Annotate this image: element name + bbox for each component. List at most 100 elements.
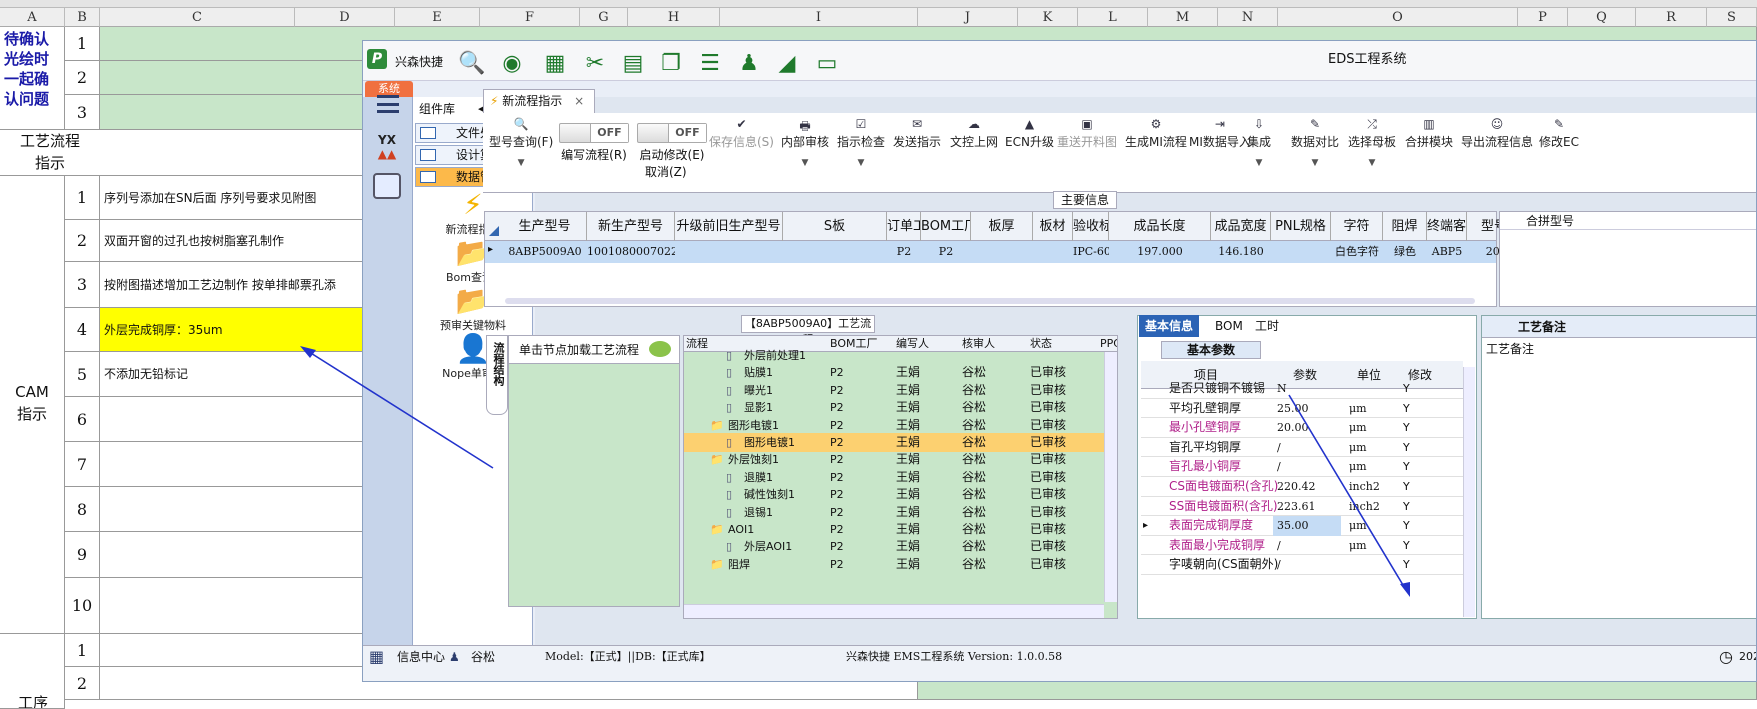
main-info-col-header[interactable]: 终端客户代码	[1427, 212, 1467, 241]
main-info-col-header[interactable]: 生产型号	[503, 212, 587, 241]
column-header[interactable]: K	[1018, 8, 1078, 27]
main-info-cell[interactable]: 10010800070221	[587, 241, 675, 263]
comment-icon[interactable]	[649, 341, 671, 357]
chart-icon[interactable]: ◢	[773, 49, 801, 77]
edit-flow-toggle[interactable]: OFF 编写流程(R)	[559, 123, 629, 163]
params-tab[interactable]: 基本信息	[1139, 315, 1200, 337]
param-row[interactable]: 盲孔最小铜厚 / μm Y	[1141, 457, 1463, 477]
column-header[interactable]: P	[1518, 8, 1568, 27]
param-value[interactable]: /	[1273, 536, 1341, 556]
main-info-col-header[interactable]: 订单工厂	[887, 212, 921, 241]
dropdown-arrow-icon[interactable]: ▼	[837, 158, 885, 168]
menu-icon[interactable]	[377, 95, 399, 113]
main-info-col-header[interactable]: 验收标准	[1073, 212, 1109, 241]
main-info-cell[interactable]: ABP5	[1427, 241, 1467, 263]
main-info-col-header[interactable]: BOM工厂	[921, 212, 971, 241]
column-header[interactable]: M	[1148, 8, 1218, 27]
flow-row[interactable]: ▯ 图形电镀1 P2 王娟 谷松 已审核	[684, 433, 1104, 452]
main-info-col-header[interactable]: 成品长度	[1109, 212, 1211, 241]
params-tab[interactable]: BOM	[1209, 315, 1249, 337]
target-icon[interactable]: ◉	[498, 49, 526, 77]
flow-row[interactable]: ▯ 退锡1 P2 王娟 谷松 已审核	[684, 503, 1104, 522]
column-header[interactable]: Q	[1568, 8, 1636, 27]
column-header[interactable]: F	[480, 8, 580, 27]
main-info-cell[interactable]	[971, 241, 1033, 263]
cam-label-cell[interactable]: CAM指示	[0, 176, 65, 634]
toggle-switch[interactable]: OFF	[637, 123, 707, 143]
main-info-col-header[interactable]: PNL规格	[1271, 212, 1331, 241]
gen-mi-button[interactable]: ⚙ 生成MI流程	[1125, 117, 1187, 150]
column-header[interactable]: S	[1707, 8, 1757, 27]
mi-import-button[interactable]: ⇥ MI数据导入	[1189, 117, 1251, 150]
bottom-label-cell[interactable]: 工序	[0, 634, 65, 709]
close-tab-icon[interactable]: ×	[574, 94, 584, 108]
save-info-button[interactable]: ✔ 保存信息(S)	[709, 117, 774, 150]
column-header[interactable]: H	[628, 8, 720, 27]
main-info-cell[interactable]: 146.180	[1211, 241, 1271, 263]
column-header[interactable]: G	[580, 8, 628, 27]
docs-icon[interactable]: ❐	[657, 49, 685, 77]
column-header[interactable]: L	[1078, 8, 1148, 27]
export-info-button[interactable]: ☺ 导出流程信息	[1461, 117, 1533, 150]
main-info-cell[interactable]: 8ABP5009A0	[503, 241, 587, 263]
toggle-switch[interactable]: OFF	[559, 123, 629, 143]
param-row[interactable]: 最小孔壁铜厚 20.00 μm Y	[1141, 418, 1463, 438]
top-note-cell[interactable]: 待确认光绘时一起确认问题	[0, 27, 65, 130]
flow-row[interactable]: ▯ 贴膜1 P2 王娟 谷松 已审核	[684, 363, 1104, 382]
instr-check-button[interactable]: ☑ 指示检查 ▼	[837, 117, 885, 168]
param-row[interactable]: 盲孔平均铜厚 / μm Y	[1141, 438, 1463, 458]
column-header[interactable]: A	[0, 8, 65, 27]
dropdown-arrow-icon[interactable]: ▼	[781, 158, 829, 168]
list-icon[interactable]: ☰	[696, 49, 724, 77]
film-icon[interactable]: ▤	[619, 49, 647, 77]
scissors-icon[interactable]: ✂	[581, 49, 609, 77]
grid-icon[interactable]: ▦	[541, 49, 569, 77]
main-info-col-header[interactable]: 板厚	[971, 212, 1033, 241]
column-header[interactable]: N	[1218, 8, 1278, 27]
params-tab[interactable]: 工时	[1249, 315, 1285, 337]
reopen-button[interactable]: ▣ 重送开料图	[1057, 117, 1117, 150]
flow-row[interactable]: 📁 阻焊 P2 王娟 谷松 已审核	[684, 555, 1104, 574]
send-instr-button[interactable]: ✉ 发送指示	[893, 117, 941, 150]
main-info-cell[interactable]	[783, 241, 887, 263]
main-info-row[interactable]: ▸ 8ABP5009A010010800070221 P2P2 IPC-6018 II…	[485, 241, 1542, 263]
doc-upload-button[interactable]: ☁ 文控上网	[950, 117, 998, 150]
dropdown-arrow-icon[interactable]: ▼	[1348, 158, 1396, 168]
main-info-col-header[interactable]: 成品宽度	[1211, 212, 1271, 241]
main-info-col-header[interactable]: S板	[783, 212, 887, 241]
flow-row[interactable]: 📁 外层蚀刻1 P2 王娟 谷松 已审核	[684, 450, 1104, 469]
data-compare-button[interactable]: ✎ 数据对比 ▼	[1291, 117, 1339, 168]
integrate-button[interactable]: ⇩ 集成 ▼	[1247, 117, 1271, 168]
column-header[interactable]: O	[1278, 8, 1518, 27]
dropdown-arrow-icon[interactable]: ▼	[489, 158, 553, 168]
column-header[interactable]: I	[720, 8, 918, 27]
column-header[interactable]: E	[395, 8, 480, 27]
param-value[interactable]: 25.00	[1273, 399, 1341, 419]
process-b-cell[interactable]	[65, 130, 100, 176]
doc-tab-new-flow[interactable]: ⚡ 新流程指示 ×	[483, 89, 595, 113]
param-value[interactable]: 35.00	[1273, 516, 1341, 536]
merge-module-button[interactable]: ▥ 合拼模块	[1405, 117, 1453, 150]
dropdown-arrow-icon[interactable]: ▼	[1247, 158, 1271, 168]
param-row[interactable]: SS面电镀面积(含孔) 223.61 inch2 Y	[1141, 497, 1463, 517]
monitor-icon[interactable]: ▭	[813, 49, 841, 77]
cancel-button[interactable]: 取消(Z)	[645, 163, 687, 180]
param-row[interactable]: 表面最小完成铜厚 / μm Y	[1141, 536, 1463, 556]
param-value[interactable]: /	[1273, 555, 1341, 575]
main-info-col-header[interactable]: 升级前旧生产型号	[675, 212, 783, 241]
main-info-cell[interactable]	[675, 241, 783, 263]
ecn-upgrade-button[interactable]: ▲ ECN升级	[1005, 117, 1054, 150]
column-header[interactable]: J	[918, 8, 1018, 27]
process-note-tab[interactable]: 工艺备注	[1482, 316, 1756, 338]
start-modify-toggle[interactable]: OFF 启动修改(E)	[637, 123, 707, 163]
main-info-cell[interactable]: IPC-6018 III级	[1073, 241, 1109, 263]
main-info-hscroll[interactable]	[505, 298, 1475, 304]
user-icon[interactable]: ♟	[735, 49, 763, 77]
flow-row[interactable]: ▯ 显影1 P2 王娟 谷松 已审核	[684, 398, 1104, 417]
column-header[interactable]: R	[1636, 8, 1707, 27]
param-value[interactable]: N	[1273, 379, 1341, 399]
dropdown-arrow-icon[interactable]: ▼	[1291, 158, 1339, 168]
flow-structure-tab[interactable]: 流程结构	[486, 335, 508, 415]
flow-row[interactable]: 📁 图形电镀1 P2 王娟 谷松 已审核	[684, 416, 1104, 435]
param-row[interactable]: 平均孔壁铜厚 25.00 μm Y	[1141, 399, 1463, 419]
